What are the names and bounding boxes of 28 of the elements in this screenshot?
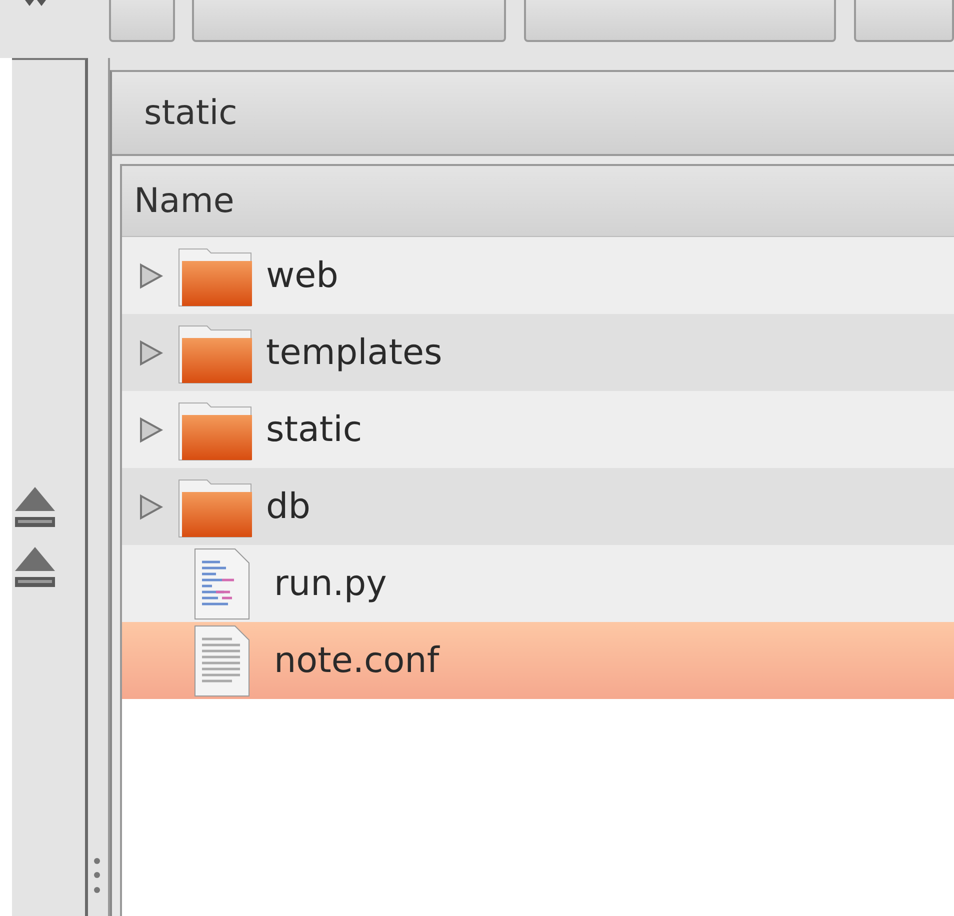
- toolbar-button[interactable]: [524, 0, 836, 42]
- file-name: note.conf: [274, 640, 440, 680]
- expander-icon[interactable]: [138, 262, 164, 288]
- expander-icon[interactable]: [138, 416, 164, 442]
- toolbar-button[interactable]: [109, 0, 175, 42]
- file-name: static: [266, 410, 362, 450]
- file-row[interactable]: run.py: [122, 545, 954, 622]
- file-row[interactable]: note.conf: [122, 622, 954, 699]
- toolbar-button[interactable]: [192, 0, 506, 42]
- file-name: db: [266, 486, 310, 526]
- code-file-icon: [194, 548, 250, 620]
- column-header[interactable]: Name: [122, 181, 234, 221]
- file-row[interactable]: static: [122, 391, 954, 468]
- file-row[interactable]: web: [122, 237, 954, 314]
- location-title: static: [144, 93, 238, 133]
- expander-icon[interactable]: [138, 340, 164, 366]
- eject-icon[interactable]: [12, 485, 56, 529]
- eject-icon[interactable]: [12, 545, 56, 589]
- file-row[interactable]: db: [122, 468, 954, 545]
- text-file-icon: [194, 624, 250, 696]
- resize-grip-icon[interactable]: [92, 856, 102, 896]
- file-name: web: [266, 256, 338, 296]
- file-name: run.py: [274, 564, 387, 604]
- double-caret-icon[interactable]: [24, 0, 48, 8]
- file-row[interactable]: templates: [122, 314, 954, 391]
- toolbar-button[interactable]: [854, 0, 954, 42]
- file-name: templates: [266, 332, 442, 372]
- expander-icon[interactable]: [138, 494, 164, 520]
